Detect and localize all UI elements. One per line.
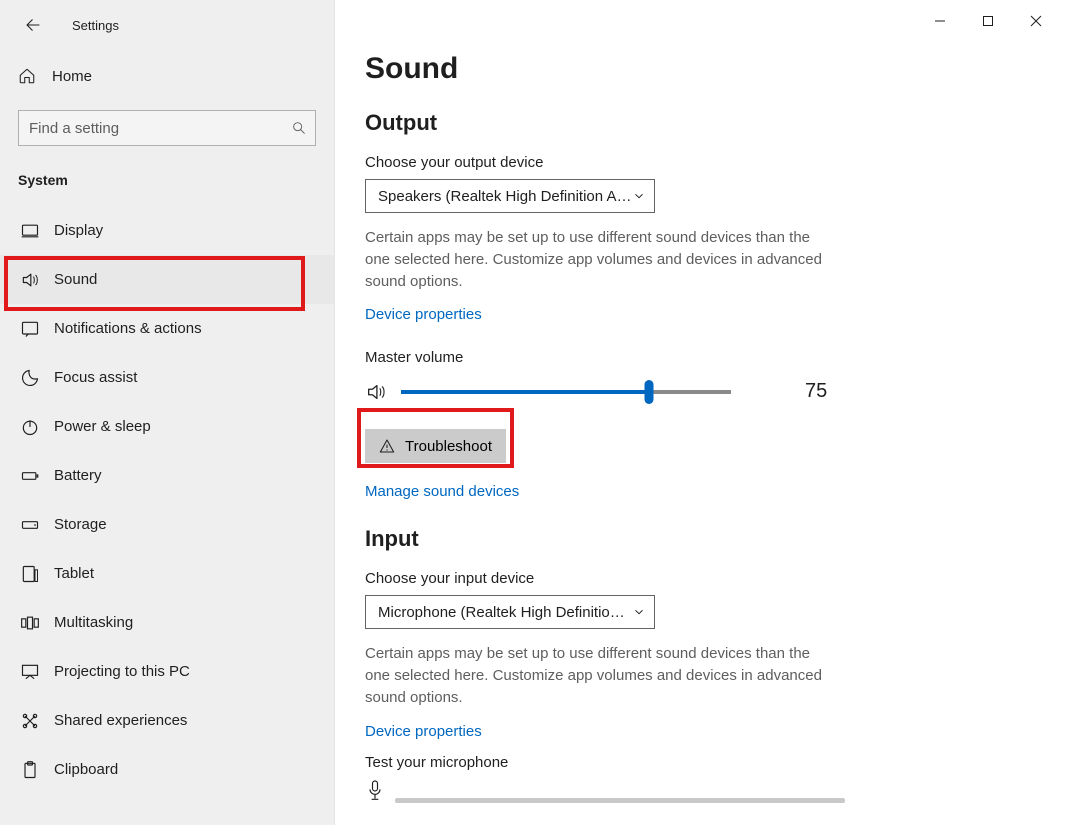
search-input[interactable] <box>29 120 291 137</box>
slider-thumb[interactable] <box>644 380 653 404</box>
battery-icon <box>18 466 42 486</box>
input-device-label: Choose your input device <box>365 570 1069 587</box>
notifications-icon <box>18 319 42 339</box>
sidebar: Settings Home System Display Sound <box>0 0 335 825</box>
search-box[interactable] <box>18 110 316 146</box>
home-nav[interactable]: Home <box>0 52 334 100</box>
back-arrow-icon <box>24 16 42 34</box>
multitasking-icon <box>18 613 42 633</box>
projecting-icon <box>18 662 42 682</box>
troubleshoot-button[interactable]: Troubleshoot <box>365 429 506 463</box>
output-device-value: Speakers (Realtek High Definition A… <box>378 188 631 205</box>
content-area: Sound Output Choose your output device S… <box>335 0 1069 825</box>
input-device-value: Microphone (Realtek High Definitio… <box>378 604 625 621</box>
output-device-label: Choose your output device <box>365 154 1069 171</box>
tablet-icon <box>18 564 42 584</box>
slider-fill <box>401 390 649 394</box>
close-icon <box>1030 15 1042 27</box>
sidebar-item-sound[interactable]: Sound <box>0 255 334 304</box>
warning-icon <box>379 438 395 454</box>
microphone-level-bar <box>395 798 845 803</box>
input-device-properties-link[interactable]: Device properties <box>365 723 482 740</box>
close-button[interactable] <box>1013 6 1059 36</box>
manage-sound-devices-link[interactable]: Manage sound devices <box>365 483 519 500</box>
sidebar-item-clipboard[interactable]: Clipboard <box>0 745 334 794</box>
back-button[interactable] <box>22 14 44 36</box>
storage-icon <box>18 515 42 535</box>
sidebar-item-battery[interactable]: Battery <box>0 451 334 500</box>
output-device-dropdown[interactable]: Speakers (Realtek High Definition A… <box>365 179 655 213</box>
sidebar-item-shared-experiences[interactable]: Shared experiences <box>0 696 334 745</box>
microphone-icon <box>365 779 385 803</box>
sidebar-item-power-sleep[interactable]: Power & sleep <box>0 402 334 451</box>
master-volume-slider[interactable] <box>401 390 731 394</box>
input-description: Certain apps may be set up to use differ… <box>365 643 835 708</box>
sidebar-item-focus-assist[interactable]: Focus assist <box>0 353 334 402</box>
clipboard-icon <box>18 760 42 780</box>
maximize-button[interactable] <box>965 6 1011 36</box>
home-icon <box>18 67 36 85</box>
window-title: Settings <box>72 18 119 33</box>
master-volume-value: 75 <box>805 380 827 403</box>
test-mic-label: Test your microphone <box>365 754 1069 771</box>
sidebar-item-multitasking[interactable]: Multitasking <box>0 598 334 647</box>
page-title: Sound <box>365 52 1069 86</box>
output-description: Certain apps may be set up to use differ… <box>365 227 835 292</box>
input-heading: Input <box>365 526 1069 552</box>
power-icon <box>18 417 42 437</box>
sidebar-item-tablet[interactable]: Tablet <box>0 549 334 598</box>
master-volume-label: Master volume <box>365 349 1069 366</box>
output-device-properties-link[interactable]: Device properties <box>365 306 482 323</box>
input-device-dropdown[interactable]: Microphone (Realtek High Definitio… <box>365 595 655 629</box>
sidebar-item-display[interactable]: Display <box>0 206 334 255</box>
display-icon <box>18 221 42 241</box>
sidebar-item-projecting[interactable]: Projecting to this PC <box>0 647 334 696</box>
focus-assist-icon <box>18 368 42 388</box>
maximize-icon <box>982 15 994 27</box>
shared-experiences-icon <box>18 711 42 731</box>
volume-icon <box>365 381 387 403</box>
sidebar-category: System <box>0 162 334 196</box>
search-icon <box>291 120 307 136</box>
troubleshoot-label: Troubleshoot <box>405 438 492 455</box>
home-label: Home <box>52 68 92 85</box>
minimize-icon <box>934 15 946 27</box>
output-heading: Output <box>365 110 1069 136</box>
sidebar-item-storage[interactable]: Storage <box>0 500 334 549</box>
chevron-down-icon <box>632 605 646 619</box>
sidebar-item-notifications[interactable]: Notifications & actions <box>0 304 334 353</box>
chevron-down-icon <box>632 189 646 203</box>
sound-icon <box>18 270 42 290</box>
minimize-button[interactable] <box>917 6 963 36</box>
